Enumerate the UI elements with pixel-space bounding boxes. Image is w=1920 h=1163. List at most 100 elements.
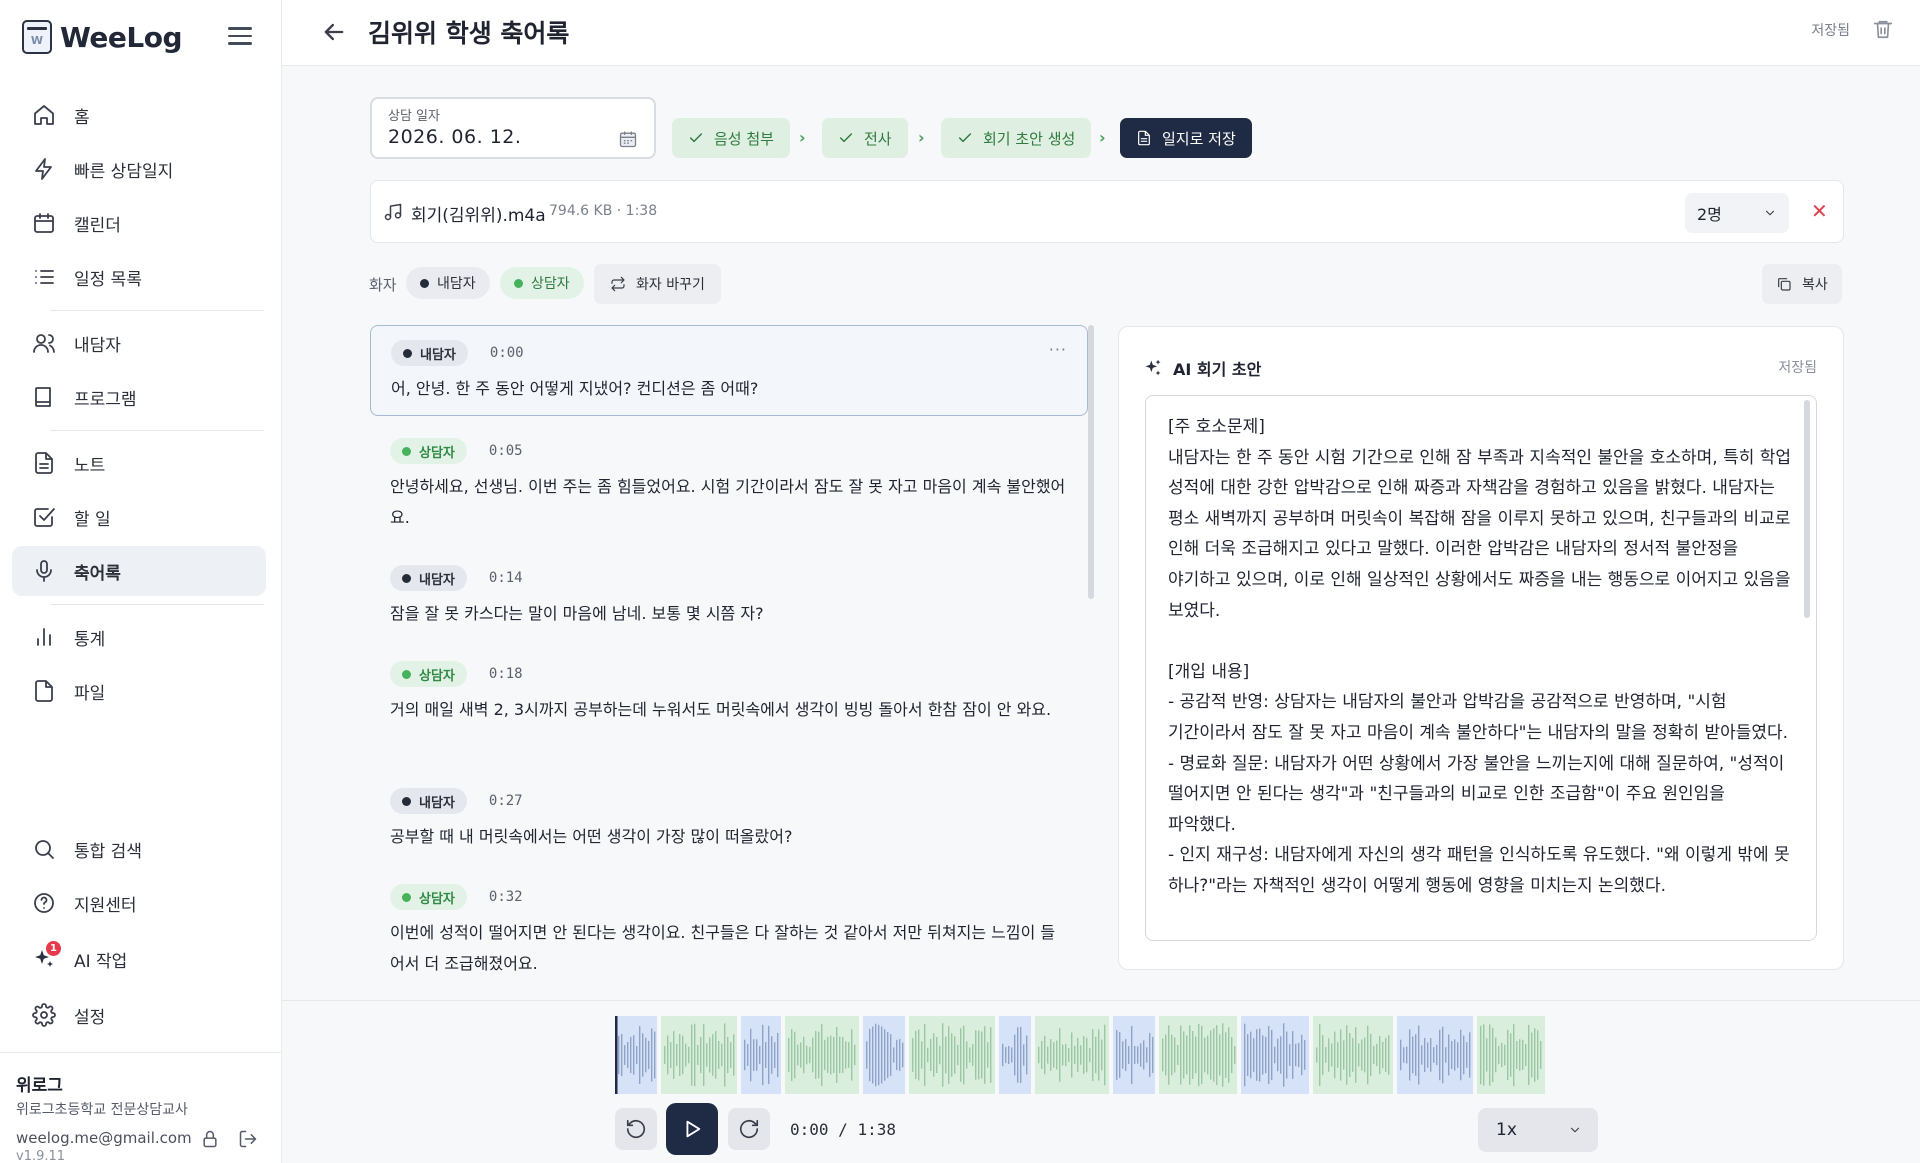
playback-speed-select[interactable]: 1x (1478, 1108, 1598, 1152)
forward-button[interactable] (728, 1108, 770, 1150)
waveform-bar (1469, 1032, 1471, 1078)
speaker-badge[interactable]: 내담자 (390, 565, 467, 591)
waveform-bar (753, 1039, 755, 1071)
segment-text[interactable]: 어, 안녕. 한 주 동안 어떻게 지냈어? 컨디션은 좀 어때? (391, 373, 1067, 404)
sidebar-item-support[interactable]: 지원센터 (12, 878, 266, 928)
play-button[interactable] (666, 1103, 718, 1155)
rewind-button[interactable] (615, 1108, 657, 1150)
transcript-segment[interactable]: 상담자 0:18 거의 매일 새벽 2, 3시까지 공부하는데 누워서도 머릿속… (370, 661, 1088, 725)
sidebar-item-todo[interactable]: 할 일 (12, 492, 266, 542)
waveform-bar (697, 1044, 699, 1066)
waveform-bar (1262, 1035, 1264, 1075)
back-button[interactable] (320, 18, 348, 46)
ai-draft-textarea[interactable]: [주 호소문제] 내담자는 한 주 동안 시험 기간으로 인해 잠 부족과 지속… (1145, 395, 1817, 941)
transcript-segment[interactable]: 상담자 0:32 이번에 성적이 떨어지면 안 된다는 생각이요. 친구들은 다… (370, 884, 1088, 979)
waveform-bar (627, 1041, 629, 1069)
segment-text[interactable]: 거의 매일 새벽 2, 3시까지 공부하는데 누워서도 머릿속에서 생각이 빙빙… (390, 694, 1068, 725)
sidebar-item-home[interactable]: 홈 (12, 90, 266, 140)
sidebar-item-stats[interactable]: 통계 (12, 612, 266, 662)
speaker-chip-client[interactable]: 내담자 (406, 267, 490, 299)
page-title: 김위위 학생 축어록 (368, 19, 570, 48)
transcript-segment[interactable]: 내담자 0:00 어, 안녕. 한 주 동안 어떻게 지냈어? 컨디션은 좀 어… (370, 325, 1088, 416)
total-duration: 1:38 (857, 1120, 896, 1139)
waveform-bar (890, 1034, 892, 1076)
sidebar-item-quick-log[interactable]: 빠른 상담일지 (12, 144, 266, 194)
waveform-bar (957, 1044, 959, 1066)
step-transcription[interactable]: 전사 (822, 118, 908, 158)
more-options-icon[interactable]: ··· (1049, 340, 1067, 359)
time-readout: 0:00 / 1:38 (790, 1120, 896, 1139)
sidebar-item-settings[interactable]: 설정 (12, 990, 266, 1040)
waveform-bar (756, 1039, 758, 1071)
segment-text[interactable]: 안녕하세요, 선생님. 이번 주는 좀 힘들었어요. 시험 기간이라서 잠도 잘… (390, 471, 1068, 533)
segment-timestamp[interactable]: 0:27 (489, 793, 523, 809)
speaker-count-value: 2명 (1697, 205, 1722, 224)
sidebar-item-programs[interactable]: 프로그램 (12, 372, 266, 422)
waveform-bar (833, 1037, 835, 1073)
playhead[interactable] (615, 1016, 618, 1094)
logout-icon[interactable] (238, 1129, 258, 1149)
waveform-bar (1089, 1047, 1091, 1063)
sidebar-item-schedule-list[interactable]: 일정 목록 (12, 252, 266, 302)
waveform-bar (1325, 1047, 1327, 1063)
menu-toggle-button[interactable] (228, 27, 252, 47)
segment-timestamp[interactable]: 0:14 (489, 570, 523, 586)
swap-speakers-button[interactable]: 화자 바꾸기 (594, 264, 721, 304)
step-draft-generation[interactable]: 회기 초안 생성 (941, 118, 1092, 158)
sidebar-item-files[interactable]: 파일 (12, 666, 266, 716)
session-date-field[interactable]: 상담 일자 2026. 06. 12. (370, 97, 656, 159)
waveform-region-counselor[interactable] (661, 1016, 737, 1094)
speaker-dot (402, 892, 411, 902)
lock-icon[interactable] (200, 1129, 220, 1149)
speaker-chip-counselor[interactable]: 상담자 (500, 267, 584, 299)
step-audio-attach[interactable]: 음성 첨부 (672, 118, 790, 158)
copy-button[interactable]: 복사 (1762, 264, 1842, 304)
sidebar-item-calendar[interactable]: 캘린더 (12, 198, 266, 248)
waveform-bar (1301, 1034, 1303, 1076)
segment-text[interactable]: 이번에 성적이 떨어지면 안 된다는 생각이요. 친구들은 다 잘하는 것 같아… (390, 917, 1068, 979)
waveform-bar (1053, 1042, 1055, 1068)
sidebar-item-search[interactable]: 통합 검색 (12, 824, 266, 874)
sidebar-item-ai-tasks[interactable]: 1 AI 작업 (12, 934, 266, 984)
transcript-segment[interactable]: 상담자 0:05 안녕하세요, 선생님. 이번 주는 좀 힘들었어요. 시험 기… (370, 438, 1088, 533)
save-to-log-button[interactable]: 일지로 저장 (1120, 118, 1252, 158)
waveform-bar (978, 1030, 980, 1080)
segment-timestamp[interactable]: 0:05 (489, 443, 523, 459)
waveform-bar (1026, 1035, 1028, 1075)
segment-timestamp[interactable]: 0:32 (489, 889, 523, 905)
speaker-badge[interactable]: 상담자 (390, 884, 467, 910)
ai-draft-text[interactable]: [주 호소문제] 내담자는 한 주 동안 시험 기간으로 인해 잠 부족과 지속… (1168, 412, 1794, 902)
waveform-bar (774, 1042, 776, 1068)
speaker-badge[interactable]: 상담자 (390, 661, 467, 687)
segment-timestamp[interactable]: 0:00 (490, 345, 524, 361)
transcript-scrollbar[interactable] (1088, 325, 1094, 599)
sidebar-item-notes[interactable]: 노트 (12, 438, 266, 488)
remove-file-button[interactable]: ✕ (1811, 201, 1828, 221)
calendar-picker-icon[interactable] (618, 129, 638, 153)
speaker-badge[interactable]: 내담자 (391, 340, 468, 366)
waveform-bar (1537, 1030, 1539, 1080)
audio-waveform[interactable] (615, 1016, 1597, 1094)
waveform-bar (1540, 1041, 1542, 1069)
segment-text[interactable]: 잠을 잘 못 카스다는 말이 마음에 남네. 보통 몇 시쯤 자? (390, 598, 1068, 629)
segment-text[interactable]: 공부할 때 내 머릿속에서는 어떤 생각이 가장 많이 떠올랐어? (390, 821, 1068, 852)
waveform-bar (1101, 1039, 1103, 1071)
sidebar-item-clients[interactable]: 내담자 (12, 318, 266, 368)
speaker-badge[interactable]: 내담자 (390, 788, 467, 814)
speaker-badge[interactable]: 상담자 (390, 438, 467, 464)
transcript-segment[interactable]: 내담자 0:14 잠을 잘 못 카스다는 말이 마음에 남네. 보통 몇 시쯤 … (370, 565, 1088, 629)
sidebar-item-verbatim[interactable]: 축어록 (12, 546, 266, 596)
segment-timestamp[interactable]: 0:18 (489, 666, 523, 682)
speaker-dot (402, 573, 411, 583)
waveform-bar (1231, 1036, 1233, 1074)
waveform-bar (1080, 1045, 1082, 1065)
book-icon (35, 387, 51, 407)
transcript-segment[interactable]: 내담자 0:27 공부할 때 내 머릿속에서는 어떤 생각이 가장 많이 떠올랐… (370, 788, 1088, 852)
brand-logo[interactable]: WeeLog (22, 20, 183, 54)
ai-draft-scrollbar[interactable] (1804, 400, 1810, 618)
waveform-bar (1525, 1044, 1527, 1066)
delete-button[interactable] (1872, 18, 1894, 44)
waveform-bar (1430, 1038, 1432, 1072)
waveform-region-client[interactable] (1397, 1016, 1473, 1094)
speaker-count-select[interactable]: 2명 (1685, 193, 1789, 233)
